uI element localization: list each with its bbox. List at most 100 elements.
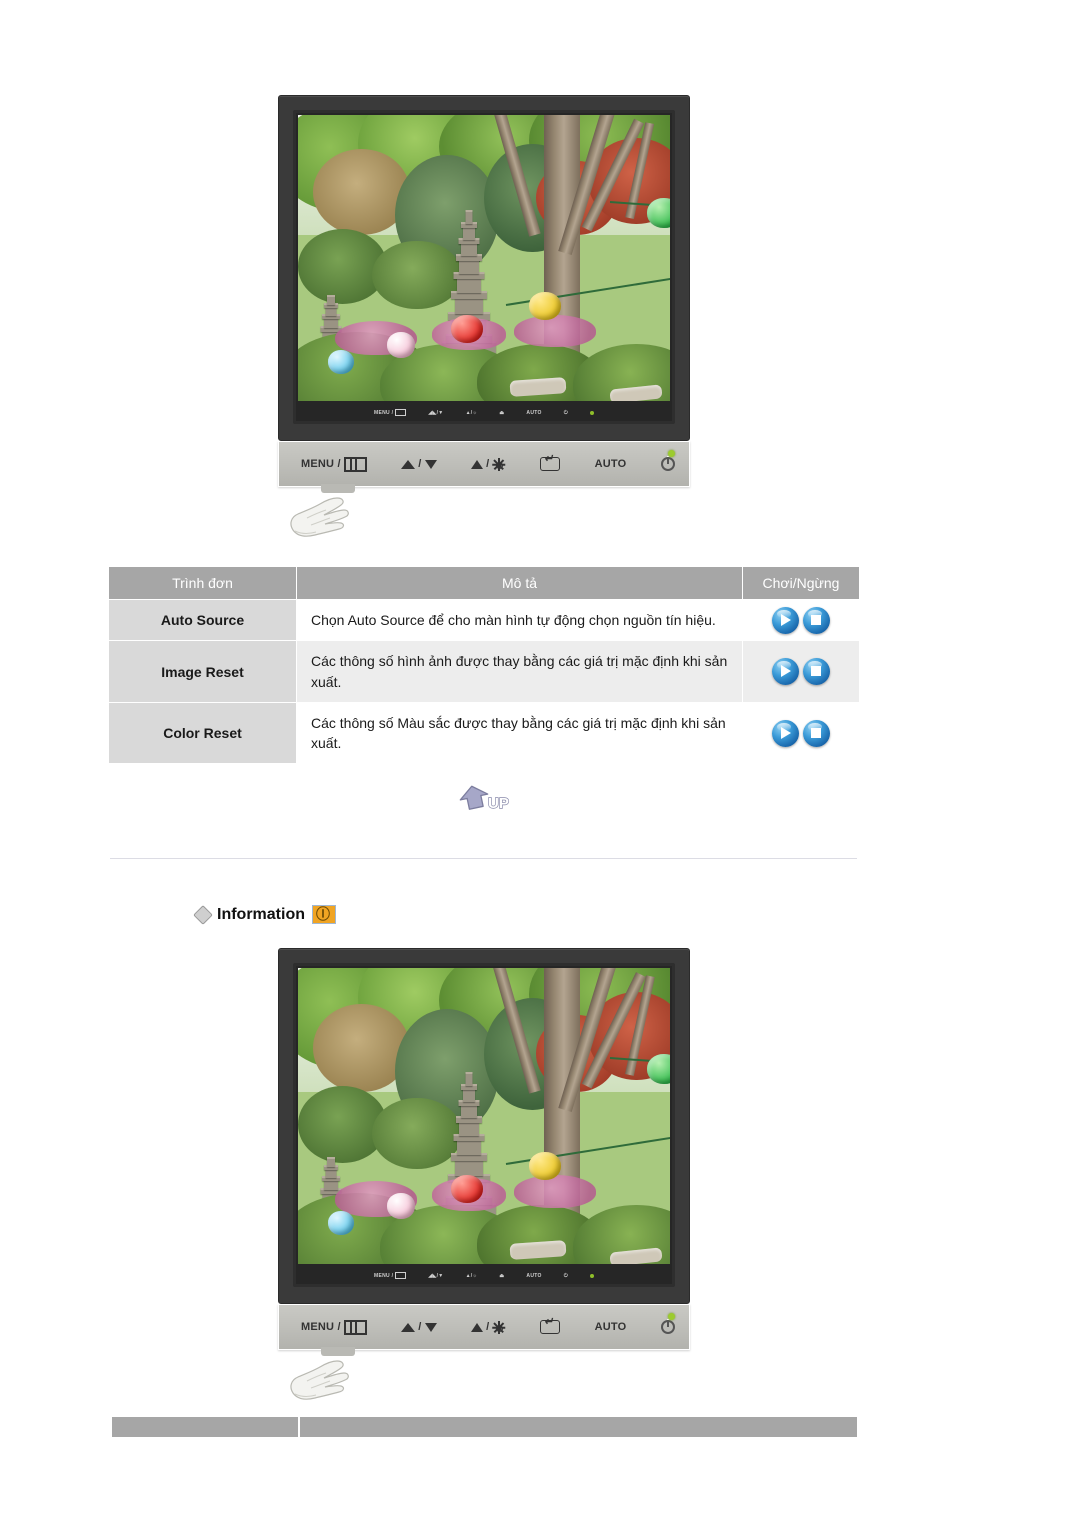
footer-cell-left xyxy=(110,1415,300,1439)
lantern-green xyxy=(647,197,670,228)
bezel-label-contrast: ◢◣/▼ xyxy=(428,1272,444,1279)
chevron-up-icon xyxy=(471,1322,484,1332)
stop-button[interactable] xyxy=(803,719,830,747)
brightness-up-button[interactable]: / xyxy=(471,1320,506,1334)
lantern-pink xyxy=(387,1192,416,1219)
power-led-indicator xyxy=(668,450,675,457)
flower-bed xyxy=(513,315,596,347)
bezel-label-power: ⏻ xyxy=(563,1272,568,1279)
chevron-down-icon xyxy=(424,1322,437,1332)
play-stop-cell xyxy=(742,598,860,642)
footer-row xyxy=(110,1415,859,1439)
lantern-blue xyxy=(327,1210,354,1235)
monitor-control-panel: MENU / / / AUTO xyxy=(278,441,690,537)
flower-bed xyxy=(513,1175,596,1208)
bezel-label-contrast: ◢◣/▼ xyxy=(428,409,444,416)
menu-button[interactable]: MENU / xyxy=(301,1319,367,1335)
play-button[interactable] xyxy=(772,658,799,686)
enter-icon xyxy=(540,1317,561,1334)
menu-description-color-reset: Các thông số Màu sắc được thay bằng các … xyxy=(296,701,743,765)
power-icon xyxy=(660,456,675,471)
menu-name-auto-source: Auto Source xyxy=(108,598,297,642)
bezel-label-brightness: ▲/☼ xyxy=(465,1272,478,1279)
enter-icon xyxy=(540,454,561,471)
bezel-label-led xyxy=(589,1273,594,1278)
auto-button[interactable]: AUTO xyxy=(595,1321,627,1333)
power-button[interactable] xyxy=(660,1319,675,1334)
lantern-yellow xyxy=(528,292,561,321)
chevron-up-icon xyxy=(471,459,484,469)
stop-button[interactable] xyxy=(803,606,830,634)
lantern-red xyxy=(450,1175,483,1204)
auto-button[interactable]: AUTO xyxy=(595,458,627,470)
stop-button[interactable] xyxy=(803,658,830,686)
menu-description-image-reset: Các thông số hình ảnh được thay bằng các… xyxy=(296,640,743,703)
menu-grid-icon xyxy=(343,1319,367,1335)
bezel-label-power: ⏻ xyxy=(563,409,568,416)
monitor-screen xyxy=(298,968,670,1264)
bezel-osd-labels: MENU / ◢◣/▼ ▲/☼ ⏏ AUTO ⏻ xyxy=(298,406,670,419)
menu-grid-icon xyxy=(343,456,367,472)
play-stop-cell xyxy=(742,701,860,765)
monitor-control-panel: MENU / / / AUTO xyxy=(278,1304,690,1400)
lantern-green xyxy=(647,1053,670,1084)
bezel-label-menu: MENU / xyxy=(374,1272,407,1279)
column-header-description: Mô tả xyxy=(296,566,743,600)
information-heading: Information xyxy=(193,904,336,925)
monitor-screen xyxy=(298,115,670,401)
chevron-down-icon xyxy=(424,459,437,469)
enter-button[interactable] xyxy=(540,454,561,471)
table-row: Color Reset Các thông số Màu sắc được th… xyxy=(108,701,860,765)
table-row: Image Reset Các thông số hình ảnh được t… xyxy=(108,640,860,703)
scroll-to-top-button[interactable]: UP xyxy=(458,782,514,813)
up-arrow-icon: UP xyxy=(459,785,510,813)
power-button[interactable] xyxy=(660,456,675,471)
menu-description-auto-source: Chọn Auto Source để cho màn hình tự động… xyxy=(296,598,743,642)
monitor-bezel: MENU / ◢◣/▼ ▲/☼ ⏏ AUTO ⏻ xyxy=(278,95,690,441)
bezel-label-brightness: ▲/☼ xyxy=(465,409,478,416)
monitor-inner-bezel: MENU / ◢◣/▼ ▲/☼ ⏏ AUTO ⏻ xyxy=(293,110,675,424)
lantern-yellow xyxy=(528,1151,561,1180)
power-led-indicator xyxy=(668,1313,675,1320)
pointing-hand-illustration xyxy=(290,497,349,537)
enter-button[interactable] xyxy=(540,1317,561,1334)
contrast-icon xyxy=(401,459,416,469)
bezel-label-auto: AUTO xyxy=(526,409,542,416)
bezel-label-enter: ⏏ xyxy=(499,1272,505,1279)
diamond-bullet-icon xyxy=(193,904,213,925)
footer-bar xyxy=(110,1415,859,1439)
bezel-label-auto: AUTO xyxy=(526,1272,542,1279)
monitor-inner-bezel: MENU / ◢◣/▼ ▲/☼ ⏏ AUTO ⏻ xyxy=(293,963,675,1287)
column-header-play-stop: Chơi/Ngừng xyxy=(742,566,860,600)
lantern-blue xyxy=(327,349,354,374)
section-divider xyxy=(110,858,857,859)
contrast-icon xyxy=(401,1322,416,1332)
bezel-label-enter: ⏏ xyxy=(499,409,505,416)
information-title: Information xyxy=(217,905,305,923)
menu-name-image-reset: Image Reset xyxy=(108,640,297,703)
bezel-osd-labels: MENU / ◢◣/▼ ▲/☼ ⏏ AUTO ⏻ xyxy=(298,1269,670,1282)
monitor-bezel: MENU / ◢◣/▼ ▲/☼ ⏏ AUTO ⏻ xyxy=(278,948,690,1304)
bezel-label-menu: MENU / xyxy=(374,409,407,416)
bezel-label-led xyxy=(589,410,594,415)
play-button[interactable] xyxy=(772,606,799,634)
column-header-menu: Trình đơn xyxy=(108,566,297,600)
play-stop-cell xyxy=(742,640,860,703)
menu-button[interactable]: MENU / xyxy=(301,456,367,472)
contrast-down-button[interactable]: / xyxy=(401,1321,437,1333)
play-button[interactable] xyxy=(772,719,799,747)
brightness-up-button[interactable]: / xyxy=(471,457,506,471)
power-icon xyxy=(660,1319,675,1334)
lantern-red xyxy=(450,315,483,344)
up-label: UP xyxy=(488,795,509,812)
contrast-down-button[interactable]: / xyxy=(401,458,437,470)
lcd-monitor-illustration: MENU / ◢◣/▼ ▲/☼ ⏏ AUTO ⏻ MENU / / / AUTO xyxy=(278,95,690,537)
brightness-icon xyxy=(492,1320,506,1334)
footer-cell-right xyxy=(298,1415,859,1439)
brightness-icon xyxy=(492,457,506,471)
table-header-row: Trình đơn Mô tả Chơi/Ngừng xyxy=(108,566,860,600)
table-row: Auto Source Chọn Auto Source để cho màn … xyxy=(108,598,860,642)
osd-menu-table: Trình đơn Mô tả Chơi/Ngừng Auto Source C… xyxy=(108,566,860,765)
info-orange-badge-icon[interactable] xyxy=(312,905,336,924)
menu-name-color-reset: Color Reset xyxy=(108,701,297,765)
